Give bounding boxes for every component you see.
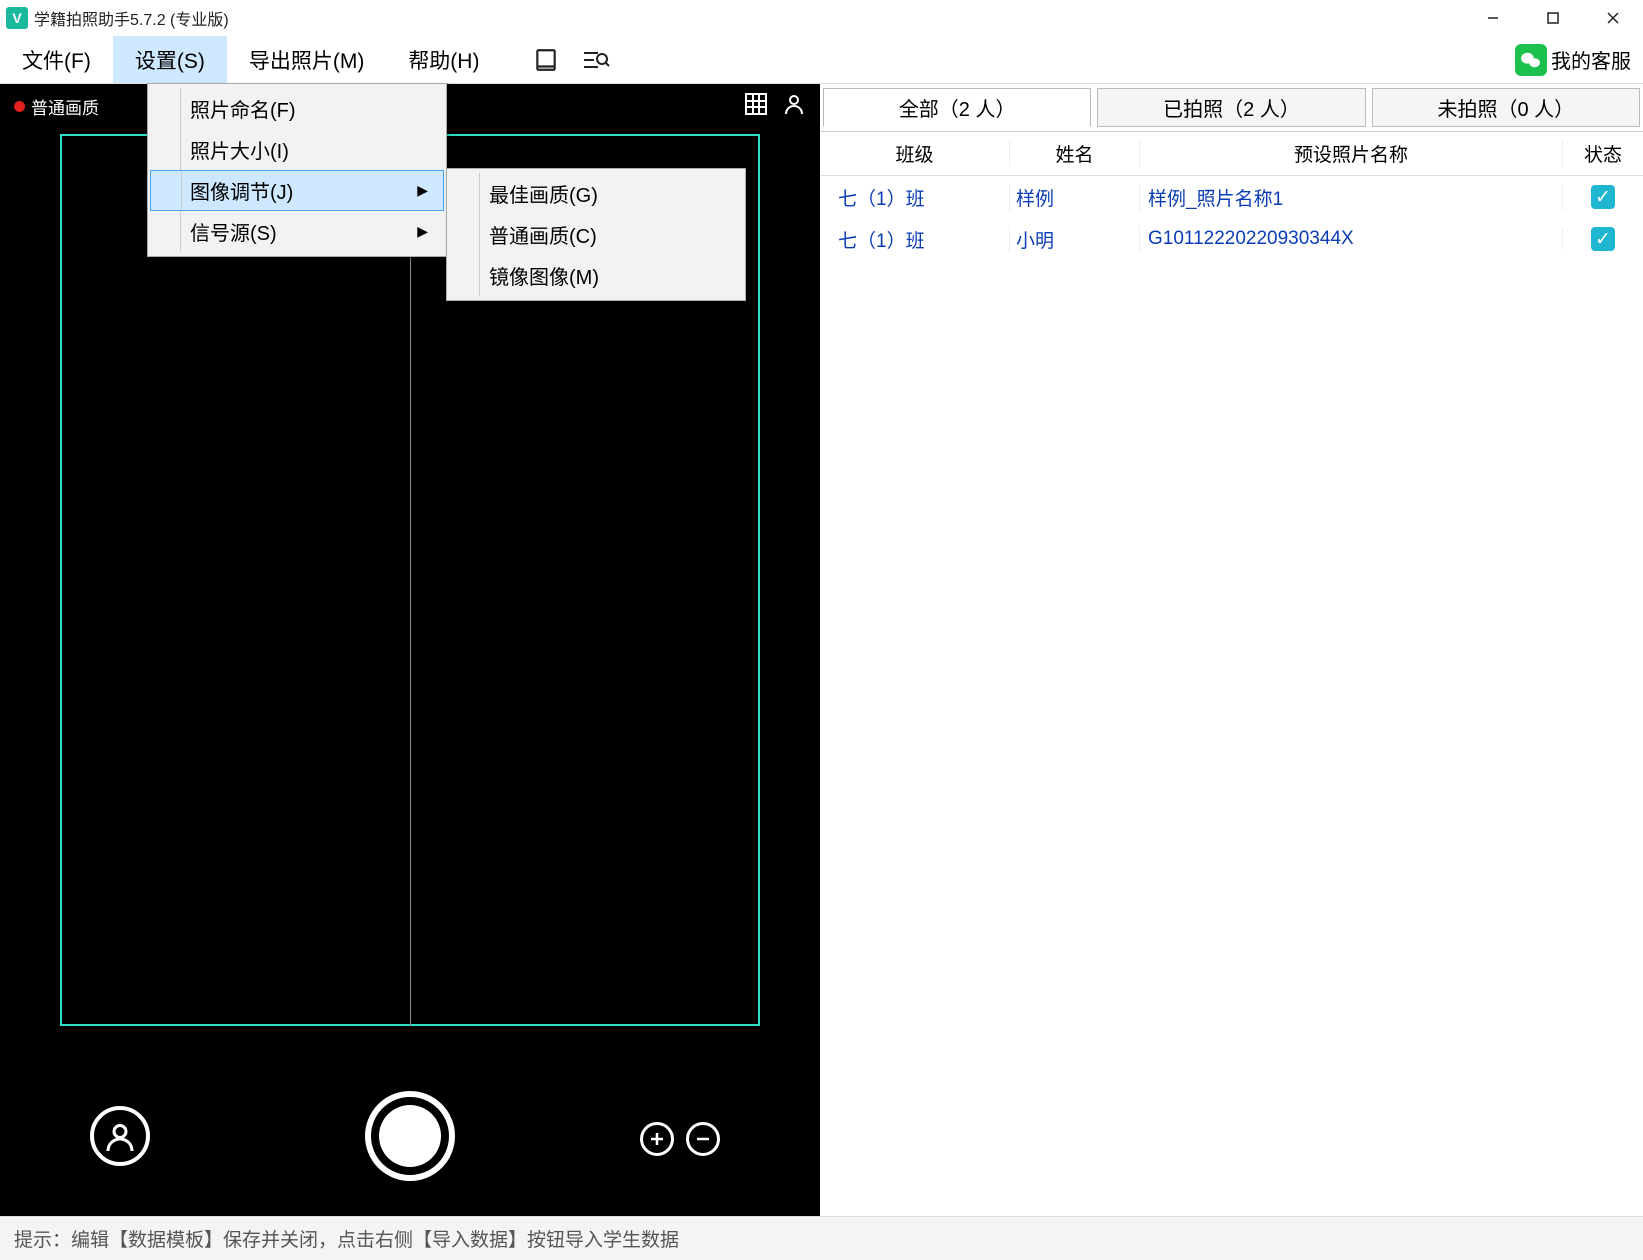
chevron-right-icon: ▶ — [417, 223, 428, 240]
submenu-mirror-image[interactable]: 镜像图像(M) — [449, 255, 743, 296]
check-icon: ✓ — [1591, 185, 1615, 209]
table-row[interactable]: 七（1）班 样例 样例_照片名称1 ✓ — [820, 176, 1643, 218]
table-row[interactable]: 七（1）班 小明 G10112220220930344X ✓ — [820, 218, 1643, 260]
menu-settings[interactable]: 设置(S) — [113, 36, 227, 83]
menu-photo-size[interactable]: 照片大小(I) — [150, 129, 444, 170]
window-title: 学籍拍照助手5.7.2 (专业版) — [34, 6, 229, 30]
cell-status: ✓ — [1563, 185, 1643, 209]
settings-dropdown: 照片命名(F) 照片大小(I) 图像调节(J) ▶ 信号源(S) ▶ — [147, 83, 447, 257]
close-button[interactable] — [1583, 0, 1643, 36]
cell-class: 七（1）班 — [820, 226, 1010, 253]
submenu-normal-quality[interactable]: 普通画质(C) — [449, 214, 743, 255]
window-controls — [1463, 0, 1643, 36]
menu-file[interactable]: 文件(F) — [0, 36, 113, 83]
zoom-out-button[interactable] — [686, 1122, 720, 1156]
cell-name: 小明 — [1010, 226, 1140, 253]
filter-tabs: 全部（2 人） 已拍照（2 人） 未拍照（0 人） — [820, 84, 1643, 132]
menu-help[interactable]: 帮助(H) — [386, 36, 501, 83]
cell-name: 样例 — [1010, 184, 1140, 211]
menubar: 文件(F) 设置(S) 导出照片(M) 帮助(H) 我的客服 照片命名(F) 照… — [0, 36, 1643, 84]
cell-photo: 样例_照片名称1 — [1140, 184, 1563, 211]
shutter-button[interactable] — [365, 1091, 455, 1181]
tab-taken[interactable]: 已拍照（2 人） — [1097, 88, 1365, 127]
image-adjust-submenu: 最佳画质(G) 普通画质(C) 镜像图像(M) — [446, 168, 746, 301]
wechat-icon — [1515, 44, 1547, 76]
check-icon: ✓ — [1591, 227, 1615, 251]
submenu-best-quality[interactable]: 最佳画质(G) — [449, 173, 743, 214]
menu-signal-source[interactable]: 信号源(S) ▶ — [150, 211, 444, 252]
cell-photo: G10112220220930344X — [1140, 228, 1563, 250]
tab-not-taken[interactable]: 未拍照（0 人） — [1372, 88, 1640, 127]
column-class[interactable]: 班级 — [820, 140, 1010, 167]
vertical-guide — [410, 124, 411, 1026]
menu-image-adjust[interactable]: 图像调节(J) ▶ — [150, 170, 444, 211]
chevron-right-icon: ▶ — [417, 182, 428, 199]
zoom-in-button[interactable] — [640, 1122, 674, 1156]
status-bar: 提示：编辑【数据模板】保存并关闭，点击右侧【导入数据】按钮导入学生数据 — [0, 1216, 1643, 1260]
cell-status: ✓ — [1563, 227, 1643, 251]
column-status[interactable]: 状态 — [1563, 140, 1643, 167]
profile-button[interactable] — [90, 1106, 150, 1166]
cell-class: 七（1）班 — [820, 184, 1010, 211]
titlebar: V 学籍拍照助手5.7.2 (专业版) — [0, 0, 1643, 36]
column-photo-name[interactable]: 预设照片名称 — [1140, 140, 1563, 167]
save-icon[interactable] — [531, 45, 561, 75]
minimize-button[interactable] — [1463, 0, 1523, 36]
grid-header: 班级 姓名 预设照片名称 状态 — [820, 132, 1643, 176]
filter-search-icon[interactable] — [581, 45, 611, 75]
maximize-button[interactable] — [1523, 0, 1583, 36]
wechat-support-button[interactable]: 我的客服 — [1515, 44, 1631, 76]
menu-photo-naming[interactable]: 照片命名(F) — [150, 88, 444, 129]
menu-export[interactable]: 导出照片(M) — [227, 36, 386, 83]
student-list-panel: 全部（2 人） 已拍照（2 人） 未拍照（0 人） 班级 姓名 预设照片名称 状… — [820, 84, 1643, 1216]
wechat-support-label: 我的客服 — [1551, 45, 1631, 74]
tab-all[interactable]: 全部（2 人） — [823, 88, 1091, 127]
status-text: 提示：编辑【数据模板】保存并关闭，点击右侧【导入数据】按钮导入学生数据 — [14, 1225, 679, 1252]
grid-body: 七（1）班 样例 样例_照片名称1 ✓ 七（1）班 小明 G1011222022… — [820, 176, 1643, 1216]
app-icon: V — [6, 7, 28, 29]
column-name[interactable]: 姓名 — [1010, 140, 1140, 167]
